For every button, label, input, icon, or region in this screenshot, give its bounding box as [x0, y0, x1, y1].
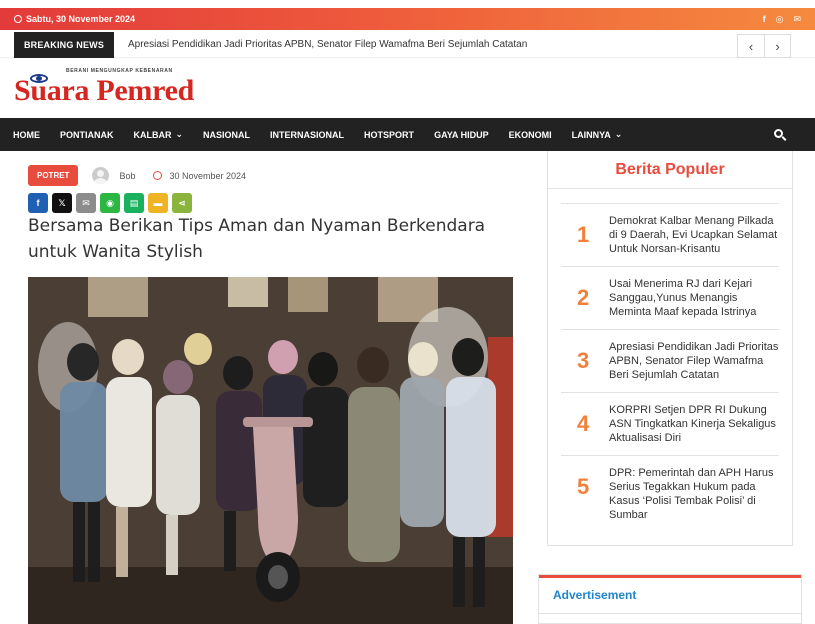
- share-facebook-button[interactable]: f: [28, 193, 48, 213]
- share-x-button[interactable]: 𝕏: [52, 193, 72, 213]
- top-bar: Sabtu, 30 November 2024 f ◎ ✉: [0, 8, 815, 30]
- clock-icon: [14, 15, 22, 23]
- logo-name: Suara Pemred: [14, 74, 194, 107]
- nav-item-hotsport[interactable]: HOTSPORT: [364, 130, 414, 140]
- search-icon[interactable]: [774, 129, 783, 138]
- breaking-news-nav: ‹ ›: [737, 34, 791, 58]
- popular-rank: 4: [577, 411, 590, 436]
- popular-title[interactable]: Apresiasi Pendidikan Jadi Prioritas APBN…: [609, 340, 779, 382]
- nav-item-nasional[interactable]: NASIONAL: [203, 130, 250, 140]
- popular-item[interactable]: 2 Usai Menerima RJ dari Kejari Sanggau,Y…: [561, 266, 779, 329]
- main-navigation: HOME PONTIANAK KALBAR ⌄ NASIONAL INTERNAS…: [0, 118, 815, 151]
- chevron-down-icon: ⌄: [614, 129, 623, 139]
- clock-icon: [153, 171, 163, 180]
- category-badge[interactable]: POTRET: [28, 165, 79, 186]
- chevron-down-icon: ⌄: [175, 129, 184, 139]
- article: POTRET Bob 30 November 2024 f 𝕏 ✉ ◉ ▤ ▬ …: [14, 151, 524, 624]
- author-name[interactable]: Bob: [119, 171, 135, 181]
- nav-item-lainnya[interactable]: LAINNYA ⌄: [572, 129, 623, 140]
- instagram-icon[interactable]: ◎: [776, 14, 784, 25]
- nav-item-gaya-hidup[interactable]: GAYA HIDUP: [434, 130, 489, 140]
- next-headline-button[interactable]: ›: [764, 35, 790, 57]
- article-date: 30 November 2024: [169, 170, 247, 181]
- popular-title[interactable]: DPR: Pemerintah dan APH Harus Serius Teg…: [609, 466, 779, 522]
- popular-item[interactable]: 3 Apresiasi Pendidikan Jadi Prioritas AP…: [561, 329, 779, 392]
- breaking-news-headline[interactable]: Apresiasi Pendidikan Jadi Prioritas APBN…: [128, 39, 527, 50]
- popular-title[interactable]: KORPRI Setjen DPR RI Dukung ASN Tingkatk…: [609, 403, 779, 445]
- advertisement-widget: Advertisement: [538, 574, 802, 624]
- share-email-button[interactable]: ✉: [76, 193, 96, 213]
- nav-item-internasional[interactable]: INTERNASIONAL: [270, 130, 344, 140]
- nav-item-home[interactable]: HOME: [13, 130, 40, 140]
- facebook-icon[interactable]: f: [763, 14, 766, 25]
- popular-news-widget: Berita Populer 1 Demokrat Kalbar Menang …: [547, 151, 793, 546]
- nav-item-pontianak[interactable]: PONTIANAK: [60, 130, 114, 140]
- popular-rank: 3: [577, 348, 590, 373]
- popular-rank: 1: [577, 222, 590, 247]
- popular-rank: 5: [577, 474, 590, 499]
- nav-item-ekonomi[interactable]: EKONOMI: [509, 130, 552, 140]
- author-avatar: [92, 167, 110, 184]
- share-buttons: f 𝕏 ✉ ◉ ▤ ▬ ⋖: [28, 193, 192, 213]
- popular-item[interactable]: 5 DPR: Pemerintah dan APH Harus Serius T…: [561, 455, 779, 521]
- article-title: Bersama Berikan Tips Aman dan Nyaman Ber…: [28, 216, 486, 262]
- share-line-button[interactable]: ▤: [124, 193, 144, 213]
- share-more-button[interactable]: ⋖: [172, 193, 192, 213]
- prev-headline-button[interactable]: ‹: [738, 35, 764, 57]
- social-links: f ◎ ✉: [763, 14, 801, 25]
- breaking-news-bar: BREAKING NEWS Apresiasi Pendidikan Jadi …: [0, 30, 815, 58]
- popular-item[interactable]: 1 Demokrat Kalbar Menang Pilkada di 9 Da…: [561, 203, 779, 266]
- share-whatsapp-button[interactable]: ◉: [100, 193, 120, 213]
- popular-rank: 2: [577, 285, 590, 310]
- current-date-text: Sabtu, 30 November 2024: [26, 14, 136, 24]
- article-meta: POTRET Bob 30 November 2024: [28, 165, 246, 186]
- article-photo: [28, 277, 513, 624]
- popular-title[interactable]: Usai Menerima RJ dari Kejari Sanggau,Yun…: [609, 277, 779, 319]
- share-sms-button[interactable]: ▬: [148, 193, 168, 213]
- popular-news-header: Berita Populer: [548, 151, 792, 189]
- email-icon[interactable]: ✉: [793, 14, 801, 25]
- popular-title[interactable]: Demokrat Kalbar Menang Pilkada di 9 Daer…: [609, 214, 779, 256]
- group-photo-illustration: [28, 277, 513, 624]
- current-date: Sabtu, 30 November 2024: [14, 14, 135, 24]
- breaking-news-label: BREAKING NEWS: [14, 32, 114, 58]
- popular-item[interactable]: 4 KORPRI Setjen DPR RI Dukung ASN Tingka…: [561, 392, 779, 455]
- advertisement-label: Advertisement: [553, 588, 637, 602]
- nav-item-kalbar[interactable]: KALBAR ⌄: [134, 129, 184, 140]
- popular-news-title: Berita Populer: [615, 160, 725, 178]
- divider: [539, 613, 801, 614]
